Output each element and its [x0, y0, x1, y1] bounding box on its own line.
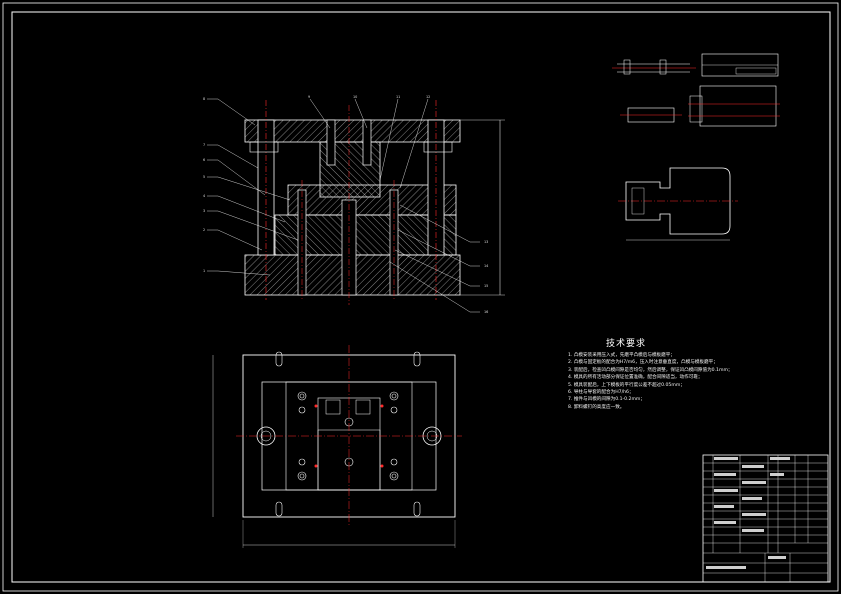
requirement-item: 5. 模具装配后，上下模板的平行度公差不超过0.05mm；	[568, 382, 685, 388]
section-view	[207, 98, 505, 313]
callout-number: 2	[203, 228, 205, 232]
callout-number: 10	[353, 95, 357, 99]
requirement-item: 1. 凸模安装采用压入式，先磨平凸模后与模板磨平；	[568, 353, 675, 358]
title-block	[702, 454, 829, 583]
callouts-left: 8 7 6 5 4 3 2 1	[203, 97, 205, 273]
plan-view	[212, 345, 462, 548]
callout-number: 8	[203, 97, 205, 101]
callout-number: 3	[203, 209, 205, 213]
requirement-item: 7. 推件与凹模的间隙为0.1-0.2mm；	[568, 397, 646, 403]
requirement-item: 3. 装配后，检查凹凸模间隙是否均匀，然后调整，保证凹凸模间隙值为0.1mm；	[568, 367, 733, 373]
top-screw-left	[326, 119, 336, 166]
callout-number: 6	[203, 158, 205, 162]
requirement-item: 6. 导柱与导套的配合为H7/h6；	[568, 390, 634, 396]
callout-number: 15	[484, 284, 488, 288]
requirement-item: 4. 模具的所有活动部分保证位置准确，配合间隙适当，动作可靠；	[568, 375, 703, 381]
part-detail-views	[612, 53, 780, 241]
callout-number: 12	[426, 95, 430, 99]
callout-number: 11	[396, 95, 400, 99]
callout-number: 16	[484, 310, 488, 314]
top-screw-right	[362, 119, 372, 166]
callout-number: 7	[203, 143, 205, 147]
callouts-right: 13 14 15 16	[484, 240, 488, 314]
requirement-item: 2. 凸模与固定板的配合为H7/m6，压入时注意垂直度，凸模与模板磨平；	[568, 360, 718, 366]
inner-frame	[11, 11, 831, 583]
callout-number: 5	[203, 175, 205, 179]
callout-number: 1	[203, 269, 205, 273]
callout-number: 9	[308, 95, 310, 99]
punch	[341, 199, 357, 296]
callout-number: 4	[203, 194, 205, 198]
callout-number: 14	[484, 264, 488, 268]
technical-requirements-title: 技术要求	[606, 339, 647, 349]
requirement-item: 8. 卸料螺钉的高度应一致。	[568, 404, 625, 410]
cad-drawing-sheet: 8 7 6 5 4 3 2 1 9 10 11 12 13 14 15 16	[2, 2, 839, 592]
technical-requirements: 技术要求 1. 凸模安装采用压入式，先磨平凸模后与模板磨平； 2. 凸模与固定板…	[568, 336, 733, 411]
callouts-top: 9 10 11 12	[308, 95, 430, 99]
callout-number: 13	[484, 240, 488, 244]
